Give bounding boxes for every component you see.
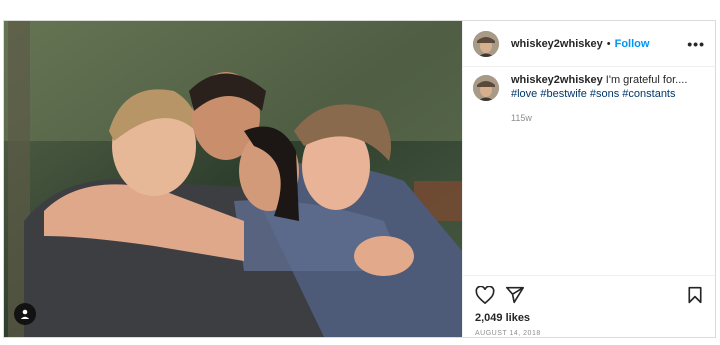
instagram-post: whiskey2whiskey • Follow ••• whiskey2whi… bbox=[3, 20, 716, 338]
post-caption: whiskey2whiskey I'm grateful for.... #lo… bbox=[473, 73, 705, 125]
heart-icon[interactable] bbox=[475, 285, 495, 309]
post-sidebar: whiskey2whiskey • Follow ••• whiskey2whi… bbox=[462, 21, 715, 337]
bookmark-icon[interactable] bbox=[687, 286, 703, 309]
like-count[interactable]: 2,049 likes bbox=[475, 312, 530, 324]
action-icons bbox=[475, 285, 525, 309]
avatar[interactable] bbox=[473, 30, 499, 57]
follow-separator: • bbox=[606, 37, 611, 50]
caption-timestamp: 115w bbox=[511, 113, 532, 123]
group-hug-photo bbox=[4, 21, 462, 337]
post-photo[interactable] bbox=[4, 21, 462, 337]
person-tag-icon[interactable] bbox=[14, 303, 36, 325]
caption-username[interactable]: whiskey2whiskey bbox=[511, 74, 603, 86]
share-icon[interactable] bbox=[505, 286, 525, 309]
more-options-icon[interactable]: ••• bbox=[687, 36, 705, 52]
follow-button[interactable]: Follow bbox=[615, 38, 650, 50]
caption-text: I'm grateful for.... bbox=[605, 74, 688, 86]
post-actions: 2,049 likes AUGUST 14, 2018 bbox=[463, 275, 715, 340]
caption-body: whiskey2whiskey I'm grateful for.... #lo… bbox=[511, 73, 687, 125]
caption-avatar[interactable] bbox=[473, 75, 499, 101]
post-date: AUGUST 14, 2018 bbox=[475, 330, 541, 337]
caption-hashtags[interactable]: #love #bestwife #sons #constants bbox=[511, 87, 687, 101]
post-header: whiskey2whiskey • Follow ••• bbox=[463, 21, 715, 67]
post-username[interactable]: whiskey2whiskey bbox=[511, 38, 603, 50]
